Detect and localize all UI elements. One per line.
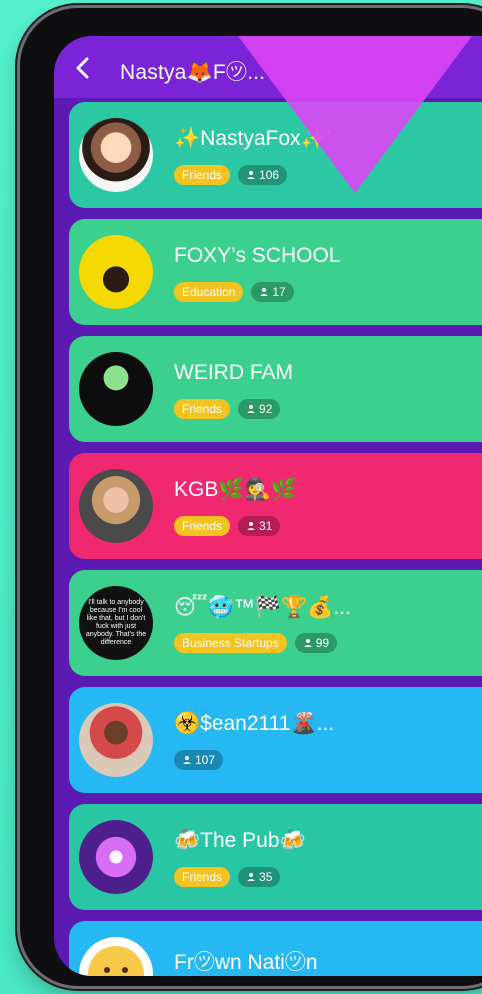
community-card[interactable]: 🍻The Pub🍻 Friends 35 (69, 804, 482, 910)
community-card[interactable]: ☣️$ean2111🌋... 107 (69, 687, 482, 793)
person-icon (247, 522, 255, 530)
community-card[interactable]: WEIRD FAM Friends 92 (69, 336, 482, 442)
community-name: 😴🥶™🏁🏆💰... (174, 596, 351, 619)
community-avatar (79, 118, 153, 192)
member-count-badge: 17 (251, 282, 294, 302)
decorative-triangle (238, 36, 472, 193)
avatar-caption: I'll talk to anybody because I'm cool li… (85, 599, 147, 646)
community-avatar: I'll talk to anybody because I'm cool li… (79, 586, 153, 660)
community-avatar (79, 937, 153, 976)
member-count-badge: 107 (174, 750, 224, 770)
person-icon (247, 405, 255, 413)
chevron-left-icon (76, 57, 89, 79)
community-avatar (79, 703, 153, 777)
member-count: 31 (259, 519, 273, 533)
member-count: 17 (272, 285, 286, 299)
category-tag: Education (174, 282, 244, 302)
community-card[interactable]: I'll talk to anybody because I'm cool li… (69, 570, 482, 676)
member-count: 99 (315, 636, 330, 650)
community-name: WEIRD FAM (174, 361, 293, 384)
neutral-face-icon (88, 946, 144, 976)
category-tag: Friends (174, 165, 231, 185)
member-count-badge: 99 (294, 633, 338, 653)
person-icon (183, 756, 191, 764)
community-avatar (79, 469, 153, 543)
member-count-badge: 92 (238, 399, 281, 419)
community-card[interactable]: FOXY’s SCHOOL Education 17 (69, 219, 482, 325)
member-count: 107 (195, 753, 216, 767)
person-icon (260, 288, 268, 296)
phone-screen: Nastya🦊F㋡... ✨NastyaFox✨'... Friends 106 (54, 36, 482, 976)
category-tag: Business Startups (174, 633, 287, 653)
phone-frame: Nastya🦊F㋡... ✨NastyaFox✨'... Friends 106 (20, 8, 482, 986)
category-tag: Friends (174, 399, 231, 419)
community-name: Fr㋡wn Nati㋡n (174, 951, 318, 974)
category-tag: Friends (174, 516, 231, 536)
community-name: KGB🌿🕵️🌿 (174, 478, 297, 501)
member-count-badge: 35 (238, 867, 281, 887)
category-tag: Friends (174, 867, 231, 887)
member-count: 92 (259, 402, 273, 416)
person-icon (304, 639, 312, 647)
community-avatar (79, 820, 153, 894)
community-avatar (79, 352, 153, 426)
member-count: 35 (259, 870, 273, 884)
community-name: 🍻The Pub🍻 (174, 829, 306, 852)
app-screenshot: Nastya🦊F㋡... ✨NastyaFox✨'... Friends 106 (0, 0, 482, 994)
member-count-badge: 31 (238, 516, 281, 536)
community-avatar (79, 235, 153, 309)
community-list: ✨NastyaFox✨'... Friends 106 FOXY’s SCHOO… (69, 102, 482, 976)
community-name: ☣️$ean2111🌋... (174, 712, 335, 735)
community-card[interactable]: Fr㋡wn Nati㋡n (69, 921, 482, 976)
back-button[interactable] (68, 54, 96, 82)
person-icon (247, 873, 255, 881)
community-card[interactable]: KGB🌿🕵️🌿 Friends 31 (69, 453, 482, 559)
community-name: FOXY’s SCHOOL (174, 244, 341, 267)
